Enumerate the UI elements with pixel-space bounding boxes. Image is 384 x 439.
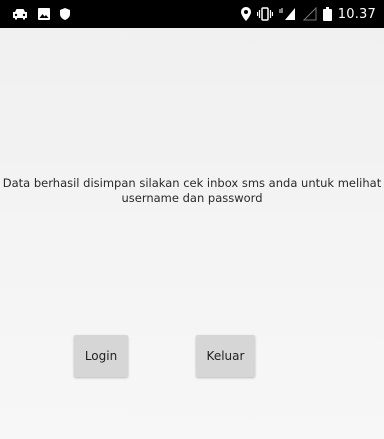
image-icon bbox=[38, 8, 50, 20]
status-bar: 10.37 bbox=[0, 0, 384, 28]
notification-icons bbox=[12, 7, 70, 21]
system-icons: 10.37 bbox=[240, 6, 376, 22]
login-button[interactable]: Login bbox=[74, 335, 128, 377]
location-icon bbox=[240, 7, 251, 21]
battery-icon bbox=[322, 7, 332, 21]
signal-icon bbox=[279, 7, 297, 21]
shield-icon bbox=[60, 8, 70, 20]
signal-empty-icon bbox=[302, 7, 317, 21]
success-message: Data berhasil disimpan silakan cek inbox… bbox=[2, 176, 382, 205]
clock: 10.37 bbox=[337, 6, 376, 22]
app-screen: 10.37 Data berhasil disimpan silakan cek… bbox=[0, 0, 384, 439]
car-icon bbox=[12, 8, 28, 20]
keluar-button[interactable]: Keluar bbox=[196, 335, 255, 377]
vibrate-icon bbox=[256, 7, 273, 21]
